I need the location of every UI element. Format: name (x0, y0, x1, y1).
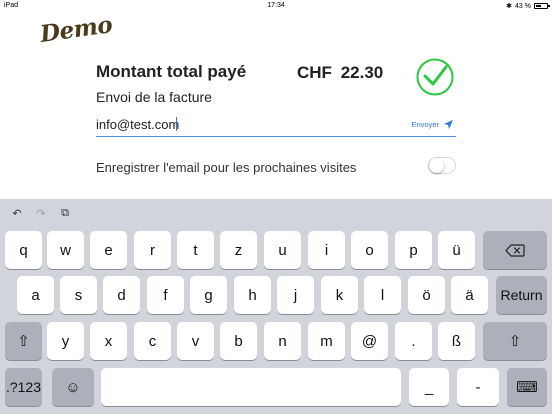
shift-left-key[interactable]: ⇧ (5, 322, 42, 360)
send-label: Envoyer (411, 120, 439, 129)
amount: 22.30 (340, 63, 384, 82)
key-h[interactable]: h (234, 276, 271, 314)
battery-icon (534, 3, 550, 9)
backspace-key[interactable] (483, 231, 547, 269)
key-q[interactable]: q (5, 231, 42, 269)
key-s[interactable]: s (60, 276, 97, 314)
key-n[interactable]: n (264, 322, 301, 360)
key-v[interactable]: v (177, 322, 214, 360)
save-email-toggle[interactable] (428, 157, 456, 174)
send-arrow-icon (443, 119, 454, 130)
return-key[interactable]: Return (496, 276, 547, 314)
currency: CHF (297, 63, 332, 82)
key-underscore[interactable]: _ (409, 368, 449, 406)
key-g[interactable]: g (190, 276, 227, 314)
space-key[interactable] (101, 368, 401, 406)
key-d[interactable]: d (103, 276, 140, 314)
invoice-title: Envoi de la facture (96, 89, 212, 105)
key-k[interactable]: k (321, 276, 358, 314)
key-at[interactable]: @ (351, 322, 388, 360)
key-a[interactable]: a (17, 276, 54, 314)
status-bar: iPad 17:34 ✱ 43 % (0, 0, 552, 12)
battery-percent: 43 % (515, 2, 531, 10)
toggle-knob (429, 158, 444, 173)
undo-icon[interactable]: ↶ (10, 207, 24, 220)
key-u-umlaut[interactable]: ü (438, 231, 475, 269)
key-dash[interactable]: - (457, 368, 499, 406)
keyboard: ↶ ↷ ⧉ q w e r t z u i o p ü a s d f g h … (0, 199, 552, 414)
key-a-umlaut[interactable]: ä (451, 276, 488, 314)
key-o-umlaut[interactable]: ö (408, 276, 445, 314)
emoji-icon: ☺ (65, 378, 81, 396)
check-icon (416, 58, 454, 96)
email-field[interactable] (96, 117, 396, 132)
key-o[interactable]: o (351, 231, 388, 269)
key-y[interactable]: y (47, 322, 84, 360)
key-r[interactable]: r (134, 231, 171, 269)
email-field-row: Envoyer (96, 114, 456, 137)
keyboard-toolbar: ↶ ↷ ⧉ (10, 207, 72, 220)
key-b[interactable]: b (220, 322, 257, 360)
key-f[interactable]: f (147, 276, 184, 314)
key-x[interactable]: x (90, 322, 127, 360)
paste-icon[interactable]: ⧉ (58, 207, 72, 220)
key-period[interactable]: . (395, 322, 432, 360)
key-z[interactable]: z (220, 231, 257, 269)
key-i[interactable]: i (308, 231, 345, 269)
numbers-key[interactable]: .?123 (5, 368, 42, 406)
key-l[interactable]: l (364, 276, 401, 314)
clock: 17:34 (267, 2, 285, 9)
status-right: ✱ 43 % (506, 2, 550, 10)
key-p[interactable]: p (395, 231, 432, 269)
key-eszett[interactable]: ß (438, 322, 475, 360)
key-u[interactable]: u (264, 231, 301, 269)
keyboard-dismiss-icon: ⌨ (516, 379, 538, 396)
total-amount: CHF 22.30 (297, 63, 383, 83)
total-label: Montant total payé (96, 62, 247, 81)
emoji-key[interactable]: ☺ (52, 368, 94, 406)
logo: Demo (38, 11, 114, 48)
key-e[interactable]: e (90, 231, 127, 269)
bluetooth-icon: ✱ (506, 3, 513, 10)
dismiss-keyboard-key[interactable]: ⌨ (507, 368, 547, 406)
shift-right-key[interactable]: ⇧ (483, 322, 547, 360)
redo-icon[interactable]: ↷ (34, 207, 48, 220)
key-m[interactable]: m (308, 322, 345, 360)
backspace-icon (505, 243, 525, 257)
text-caret (176, 117, 177, 131)
key-w[interactable]: w (47, 231, 84, 269)
key-j[interactable]: j (277, 276, 314, 314)
key-t[interactable]: t (177, 231, 214, 269)
save-email-label: Enregistrer l'email pour les prochaines … (96, 160, 357, 175)
send-button[interactable]: Envoyer (411, 119, 454, 130)
key-c[interactable]: c (134, 322, 171, 360)
